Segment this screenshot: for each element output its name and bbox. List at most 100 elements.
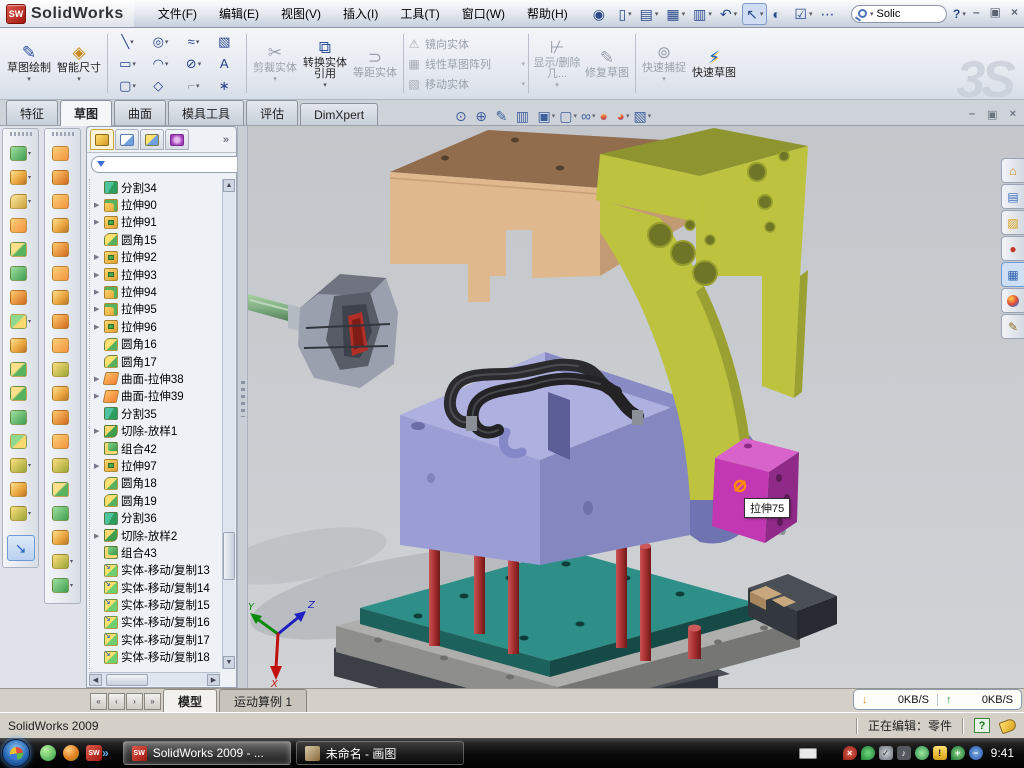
- tag-icon[interactable]: [998, 717, 1017, 734]
- view-tool-button[interactable]: ▧▾: [633, 109, 651, 123]
- surface-tool-button[interactable]: ▾: [52, 405, 73, 429]
- tree-horizontal-scrollbar[interactable]: ◀ ▶: [89, 672, 220, 686]
- tree-item[interactable]: ▶ 拉伸90: [90, 196, 223, 213]
- surface-tool-button[interactable]: ▾: [52, 429, 73, 453]
- panel-tab[interactable]: [165, 129, 189, 150]
- tab-nav-button[interactable]: »: [144, 693, 161, 710]
- input-method-keyboard-icon[interactable]: [799, 748, 817, 759]
- expand-arrow-icon[interactable]: ▶: [94, 462, 101, 470]
- tree-item[interactable]: ▶ 实体-移动/复制14: [90, 579, 223, 596]
- help-dropdown-arrow-icon[interactable]: ▾: [962, 10, 966, 18]
- panel-tab[interactable]: [90, 129, 114, 150]
- feature-tool-button[interactable]: ▾: [10, 477, 31, 501]
- search-input[interactable]: [877, 8, 933, 20]
- feature-tool-button[interactable]: ▾: [10, 213, 31, 237]
- toolbar-button[interactable]: ⋯▾: [817, 3, 843, 25]
- tray-icon[interactable]: ♪: [897, 746, 911, 760]
- tree-item[interactable]: ▶ 实体-移动/复制13: [90, 562, 223, 579]
- repair-sketch-button[interactable]: ✎ 修复草图: [582, 30, 632, 97]
- tab-nav-button[interactable]: ‹: [108, 693, 125, 710]
- expand-arrow-icon[interactable]: ▶: [94, 532, 101, 540]
- sketch-entity-button[interactable]: ∗▾: [210, 75, 243, 97]
- feature-tool-button[interactable]: ▾: [10, 165, 31, 189]
- surface-tool-button[interactable]: ▾: [52, 213, 73, 237]
- toolbar-button[interactable]: ↶▾: [717, 3, 740, 25]
- graphics-viewport[interactable]: Y Z X 拉伸75: [248, 126, 1024, 688]
- tree-item[interactable]: ▶ 切除-放样2: [90, 527, 223, 544]
- view-tool-button[interactable]: ▢▾: [559, 109, 577, 123]
- menu-item[interactable]: 帮助(H): [517, 2, 578, 25]
- network-monitor-overlay[interactable]: ↓ 0KB/S ↑ 0KB/S: [853, 689, 1022, 710]
- feature-tool-button[interactable]: ▾: [10, 501, 31, 525]
- tray-icon[interactable]: ×: [843, 746, 857, 760]
- command-tab[interactable]: 模具工具: [168, 100, 244, 125]
- quick-launch-icon[interactable]: [40, 745, 56, 761]
- doc-minimize-button[interactable]: –: [969, 108, 975, 121]
- splitter-handle[interactable]: [241, 381, 245, 417]
- view-tool-button[interactable]: ✎▾: [496, 109, 512, 123]
- expand-arrow-icon[interactable]: ▶: [94, 271, 101, 279]
- expand-arrow-icon[interactable]: ▶: [94, 392, 101, 400]
- tray-icon[interactable]: [861, 746, 875, 760]
- feature-tool-button[interactable]: ▾: [10, 381, 31, 405]
- close-button[interactable]: ×: [1011, 5, 1018, 19]
- command-tab[interactable]: 曲面: [114, 100, 166, 125]
- part-stop-pin[interactable]: [688, 625, 701, 660]
- toolbar-grip[interactable]: [10, 132, 32, 136]
- task-pane-tab[interactable]: [1001, 288, 1024, 313]
- part-side-core-block[interactable]: [712, 438, 799, 543]
- feature-tool-button[interactable]: ▾: [10, 285, 31, 309]
- quick-tips-button[interactable]: ?: [974, 718, 990, 733]
- tree-item[interactable]: ▶ 圆角15: [90, 231, 223, 248]
- tree-item[interactable]: ▶ 拉伸91: [90, 214, 223, 231]
- tree-item[interactable]: ▶ 组合43: [90, 544, 223, 561]
- tree-item[interactable]: ▶ 拉伸96: [90, 318, 223, 335]
- tray-icon[interactable]: −: [969, 746, 983, 760]
- view-tool-button[interactable]: ◕▾: [616, 109, 629, 123]
- tree-item[interactable]: ▶ 拉伸93: [90, 266, 223, 283]
- doc-restore-button[interactable]: ▣: [987, 108, 997, 121]
- tree-item[interactable]: ▶ 实体-移动/复制15: [90, 596, 223, 613]
- toolbar-button[interactable]: ◐▾: [769, 3, 789, 25]
- tree-item[interactable]: ▶ 圆角16: [90, 336, 223, 353]
- quick-launch-icon[interactable]: SW: [86, 745, 102, 761]
- scroll-right-arrow[interactable]: ▶: [207, 674, 220, 686]
- document-tab[interactable]: 模型: [163, 689, 217, 712]
- tree-item[interactable]: ▶ 分割35: [90, 405, 223, 422]
- tree-vertical-scrollbar[interactable]: ▲ ▼: [222, 179, 235, 669]
- task-pane-tab[interactable]: ●: [1001, 236, 1024, 261]
- tree-item[interactable]: ▶ 曲面-拉伸38: [90, 370, 223, 387]
- tree-item[interactable]: ▶ 实体-移动/复制16: [90, 614, 223, 631]
- feature-tool-button[interactable]: ▾: [10, 189, 31, 213]
- taskbar-task-button[interactable]: SW SolidWorks 2009 - ...: [123, 741, 291, 765]
- tree-item[interactable]: ▶ 圆角17: [90, 353, 223, 370]
- menu-item[interactable]: 文件(F): [148, 2, 207, 25]
- menu-item[interactable]: 视图(V): [271, 2, 331, 25]
- feature-tool-button[interactable]: ▾: [10, 453, 31, 477]
- feature-tool-button[interactable]: ▾: [10, 405, 31, 429]
- quick-launch-chevron[interactable]: »: [102, 746, 109, 760]
- task-pane-tab[interactable]: ▨: [1001, 210, 1024, 235]
- toolbar-button[interactable]: ▤▾: [637, 3, 662, 25]
- toolbar-button[interactable]: ▯▾: [615, 3, 634, 25]
- toolbar-button[interactable]: ◉▾: [590, 3, 614, 25]
- feature-tool-button[interactable]: ▾: [10, 261, 31, 285]
- command-tab[interactable]: DimXpert: [300, 103, 378, 125]
- tree-item[interactable]: ▶ 拉伸97: [90, 457, 223, 474]
- sketch-entity-button[interactable]: ▭▾: [111, 53, 144, 75]
- expand-arrow-icon[interactable]: ▶: [94, 218, 101, 226]
- sketch-entity-button[interactable]: ◎▾: [144, 31, 177, 53]
- linear-sketch-pattern-button[interactable]: ▦ 线性草图阵列 ▾: [407, 55, 525, 73]
- search-dropdown-arrow-icon[interactable]: ▾: [870, 10, 874, 18]
- mirror-entities-button[interactable]: ⚠ 镜向实体: [407, 35, 525, 53]
- sketch-entity-button[interactable]: ╲▾: [111, 31, 144, 53]
- smart-dimension-button[interactable]: ◈ 智能尺寸 ▾: [54, 30, 104, 97]
- view-tool-button[interactable]: ▣▾: [538, 109, 556, 123]
- tree-item[interactable]: ▶ 拉伸95: [90, 301, 223, 318]
- panel-tab[interactable]: [140, 129, 164, 150]
- expand-arrow-icon[interactable]: ▶: [94, 427, 101, 435]
- offset-entities-button[interactable]: ⊃ 等距实体: [350, 30, 400, 97]
- sketch-entity-button[interactable]: ≈▾: [177, 31, 210, 53]
- surface-tool-button[interactable]: ▾: [52, 453, 73, 477]
- surface-tool-button[interactable]: ▾: [52, 165, 73, 189]
